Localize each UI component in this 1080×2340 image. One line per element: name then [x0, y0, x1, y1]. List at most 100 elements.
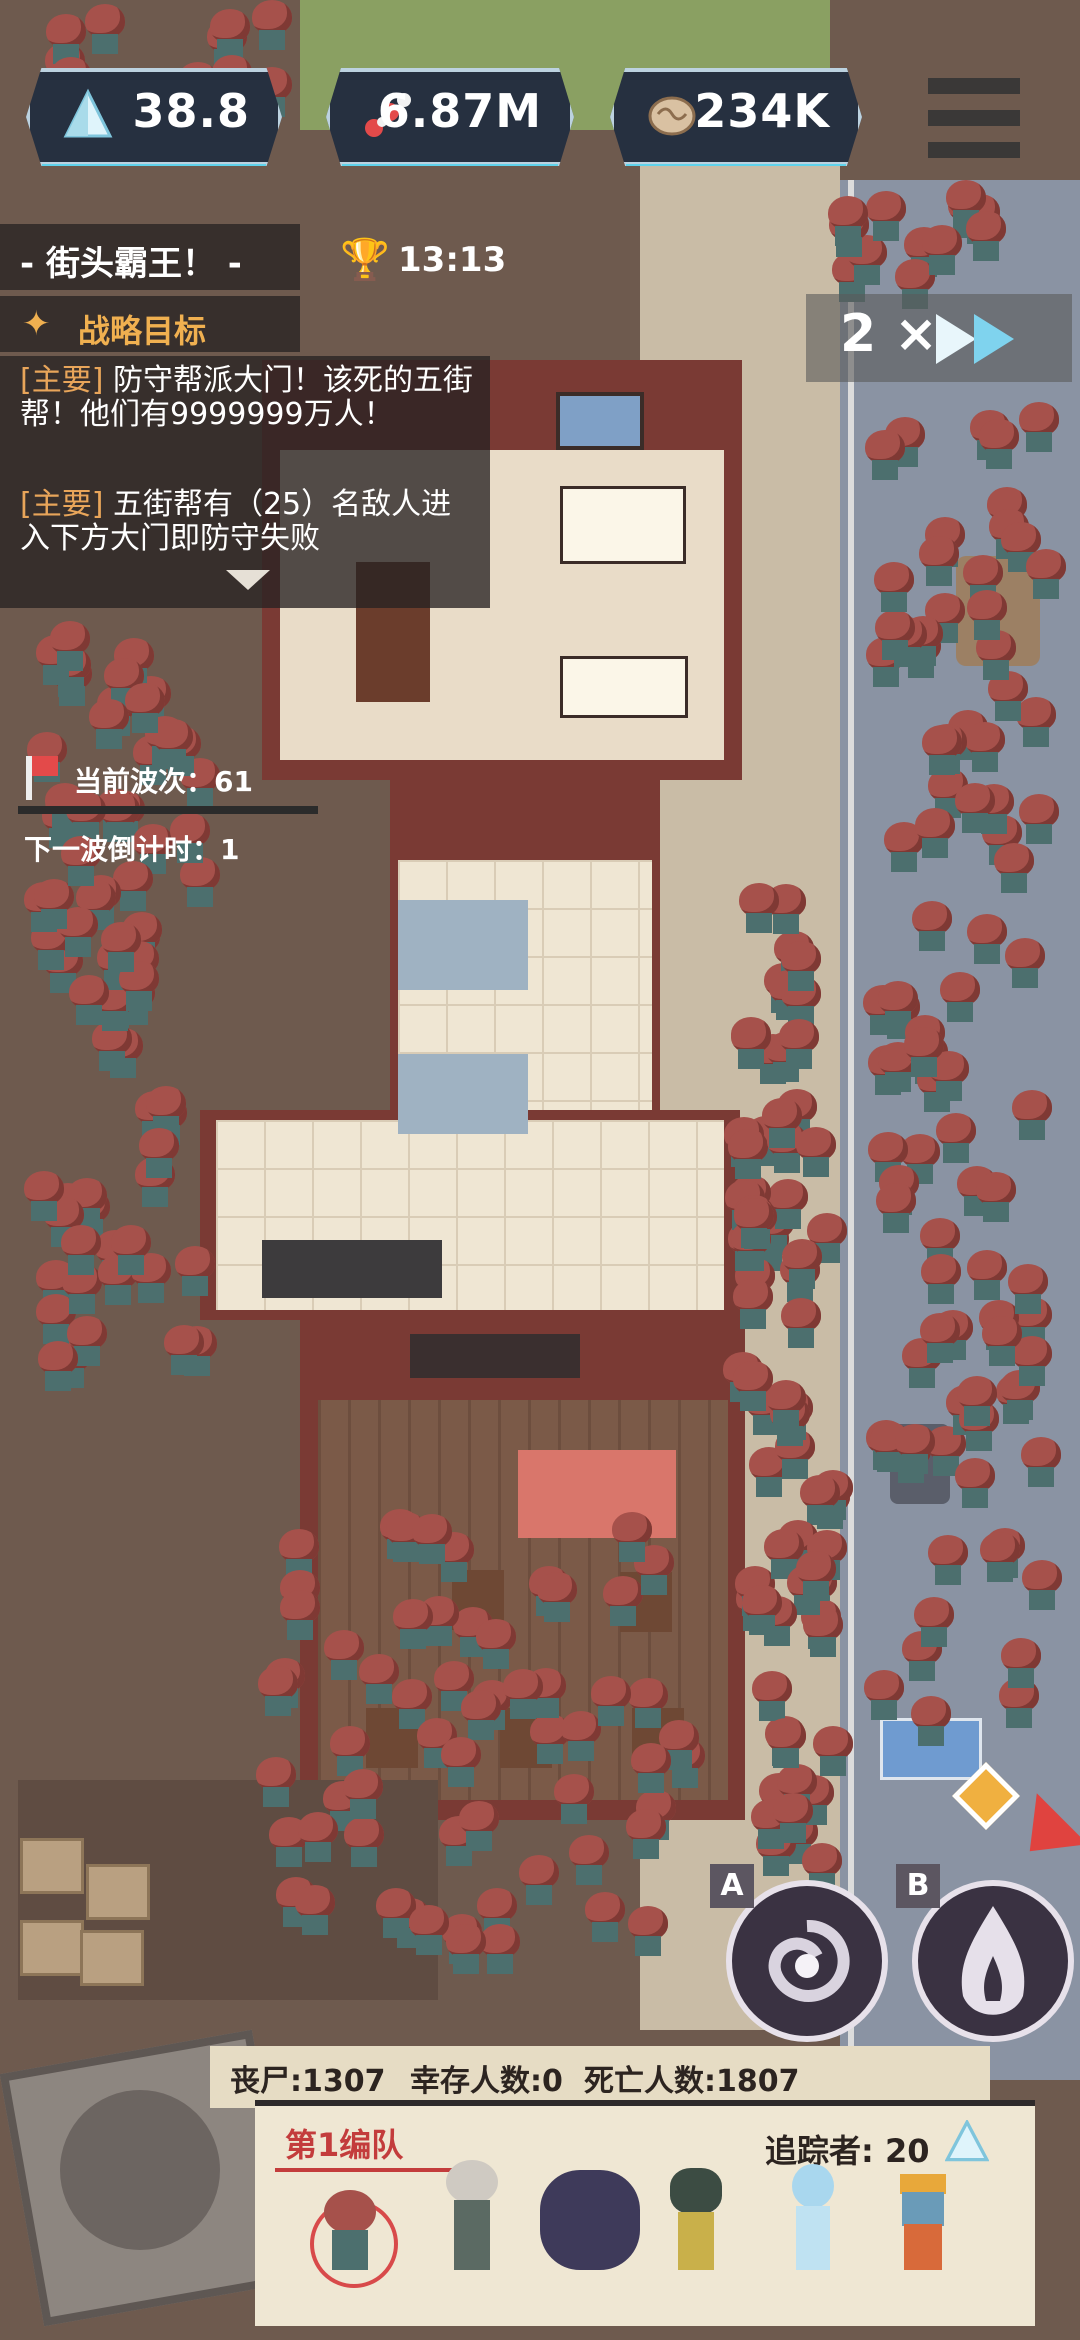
crate	[20, 1838, 84, 1894]
zombie	[778, 1298, 824, 1350]
zombie	[516, 1855, 562, 1907]
zombie	[728, 1019, 774, 1071]
zombie	[249, 0, 295, 52]
zombie	[964, 1250, 1010, 1302]
quest-entry: [主要] 五街帮有（25）名敌人进入下方大门即防守失败	[20, 488, 476, 556]
menu-icon	[928, 78, 1020, 94]
zombie	[438, 1737, 484, 1789]
zombie	[566, 1835, 612, 1887]
crate	[20, 1920, 84, 1976]
road-line	[848, 180, 854, 2080]
squad-unit-ice-zombie[interactable]	[772, 2160, 852, 2280]
squad-unit-zombie[interactable]	[310, 2160, 398, 2288]
zombie	[918, 1254, 964, 1306]
squad-unit-worker-zombie[interactable]	[884, 2160, 964, 2280]
zombie	[98, 922, 144, 974]
zombie	[919, 225, 965, 277]
flag-icon-cloth	[32, 756, 58, 776]
bar-counter	[410, 1334, 580, 1378]
squad-unit-ghoul[interactable]	[656, 2160, 736, 2280]
zombie	[1023, 549, 1069, 601]
zombie	[161, 1325, 207, 1377]
zombie	[207, 9, 253, 61]
zombie	[998, 1638, 1044, 1690]
wave-progress-bar	[18, 806, 318, 814]
zombie	[730, 1361, 776, 1413]
dead-count: 死亡人数:1807	[584, 2064, 800, 2099]
squad-unit-beast[interactable]	[530, 2160, 650, 2280]
zombie	[66, 975, 112, 1027]
stats-strip: 丧尸:1307 幸存人数:0 死亡人数:1807	[210, 2046, 990, 2108]
zombie	[86, 699, 132, 751]
zombie	[277, 1590, 323, 1642]
zombie	[609, 1512, 655, 1564]
map-frame	[556, 392, 644, 450]
zombie	[954, 1376, 1000, 1428]
zombie	[873, 1183, 919, 1235]
crate	[86, 1864, 150, 1920]
zombie	[253, 1757, 299, 1809]
zombie	[964, 914, 1010, 966]
zombie	[409, 1514, 455, 1566]
zombie	[977, 1532, 1023, 1584]
zombie	[108, 1225, 154, 1277]
zombie	[292, 1885, 338, 1937]
zombie	[731, 1198, 777, 1250]
dna-value: 6.87M	[377, 84, 542, 138]
skill-a-button[interactable]: A	[710, 1864, 888, 2042]
quest-tag: [主要]	[20, 487, 104, 522]
zombie	[909, 901, 955, 953]
zombie	[779, 1239, 825, 1291]
zombie	[739, 1585, 785, 1637]
zombie	[500, 1669, 546, 1721]
crate	[80, 1930, 144, 1986]
squad-unit-brain-zombie[interactable]	[432, 2160, 512, 2280]
zombie	[964, 590, 1010, 642]
zombie	[770, 1793, 816, 1845]
shelf	[398, 1054, 528, 1134]
spiral-skill-icon	[768, 1919, 850, 2002]
zombie	[963, 211, 1009, 263]
quest-title: - 街头霸王！ -	[20, 244, 242, 284]
speed-button[interactable]: 2 ×	[806, 294, 1072, 382]
zombie	[916, 536, 962, 588]
zombie	[1018, 1437, 1064, 1489]
zombie	[1016, 402, 1062, 454]
zombie	[908, 1696, 954, 1748]
zombie	[937, 972, 983, 1024]
zombie	[901, 1027, 947, 1079]
zombie	[1019, 1560, 1065, 1612]
brain-value: 234K	[694, 84, 830, 138]
objective-header[interactable]: ✦ 战略目标	[0, 296, 300, 352]
zombie	[736, 883, 782, 935]
zombie	[35, 1341, 81, 1393]
zombie	[295, 1812, 341, 1864]
zombie	[1005, 1264, 1051, 1316]
zombie	[911, 1597, 957, 1649]
biohazard-icon	[60, 2090, 220, 2250]
zombie	[979, 1316, 1025, 1368]
menu-button[interactable]	[918, 72, 1028, 164]
zombie	[534, 1572, 580, 1624]
zombie	[759, 1098, 805, 1150]
zombie	[1009, 1090, 1055, 1142]
zombie	[172, 1246, 218, 1298]
reception-counter	[262, 1240, 442, 1298]
zombie	[749, 1671, 795, 1723]
wave-info: 当前波次：61 下一波倒计时：1	[18, 752, 348, 872]
speed-label: 2 ×	[840, 304, 938, 364]
zombie	[406, 1905, 452, 1957]
zombie	[991, 843, 1037, 895]
zombie	[255, 1666, 301, 1718]
skill-b-button[interactable]: B	[896, 1864, 1074, 2042]
resource-crystal: 38.8	[26, 68, 282, 166]
brain-icon	[648, 96, 696, 136]
survivor-count: 幸存人数:0	[410, 2064, 563, 2099]
timer-text: 13:13	[398, 240, 507, 280]
zombie	[582, 1892, 628, 1944]
zombie	[625, 1906, 671, 1958]
zombie	[21, 1171, 67, 1223]
zombie	[892, 1424, 938, 1476]
collapse-chevron-icon[interactable]	[226, 570, 270, 590]
zombie	[925, 1535, 971, 1587]
